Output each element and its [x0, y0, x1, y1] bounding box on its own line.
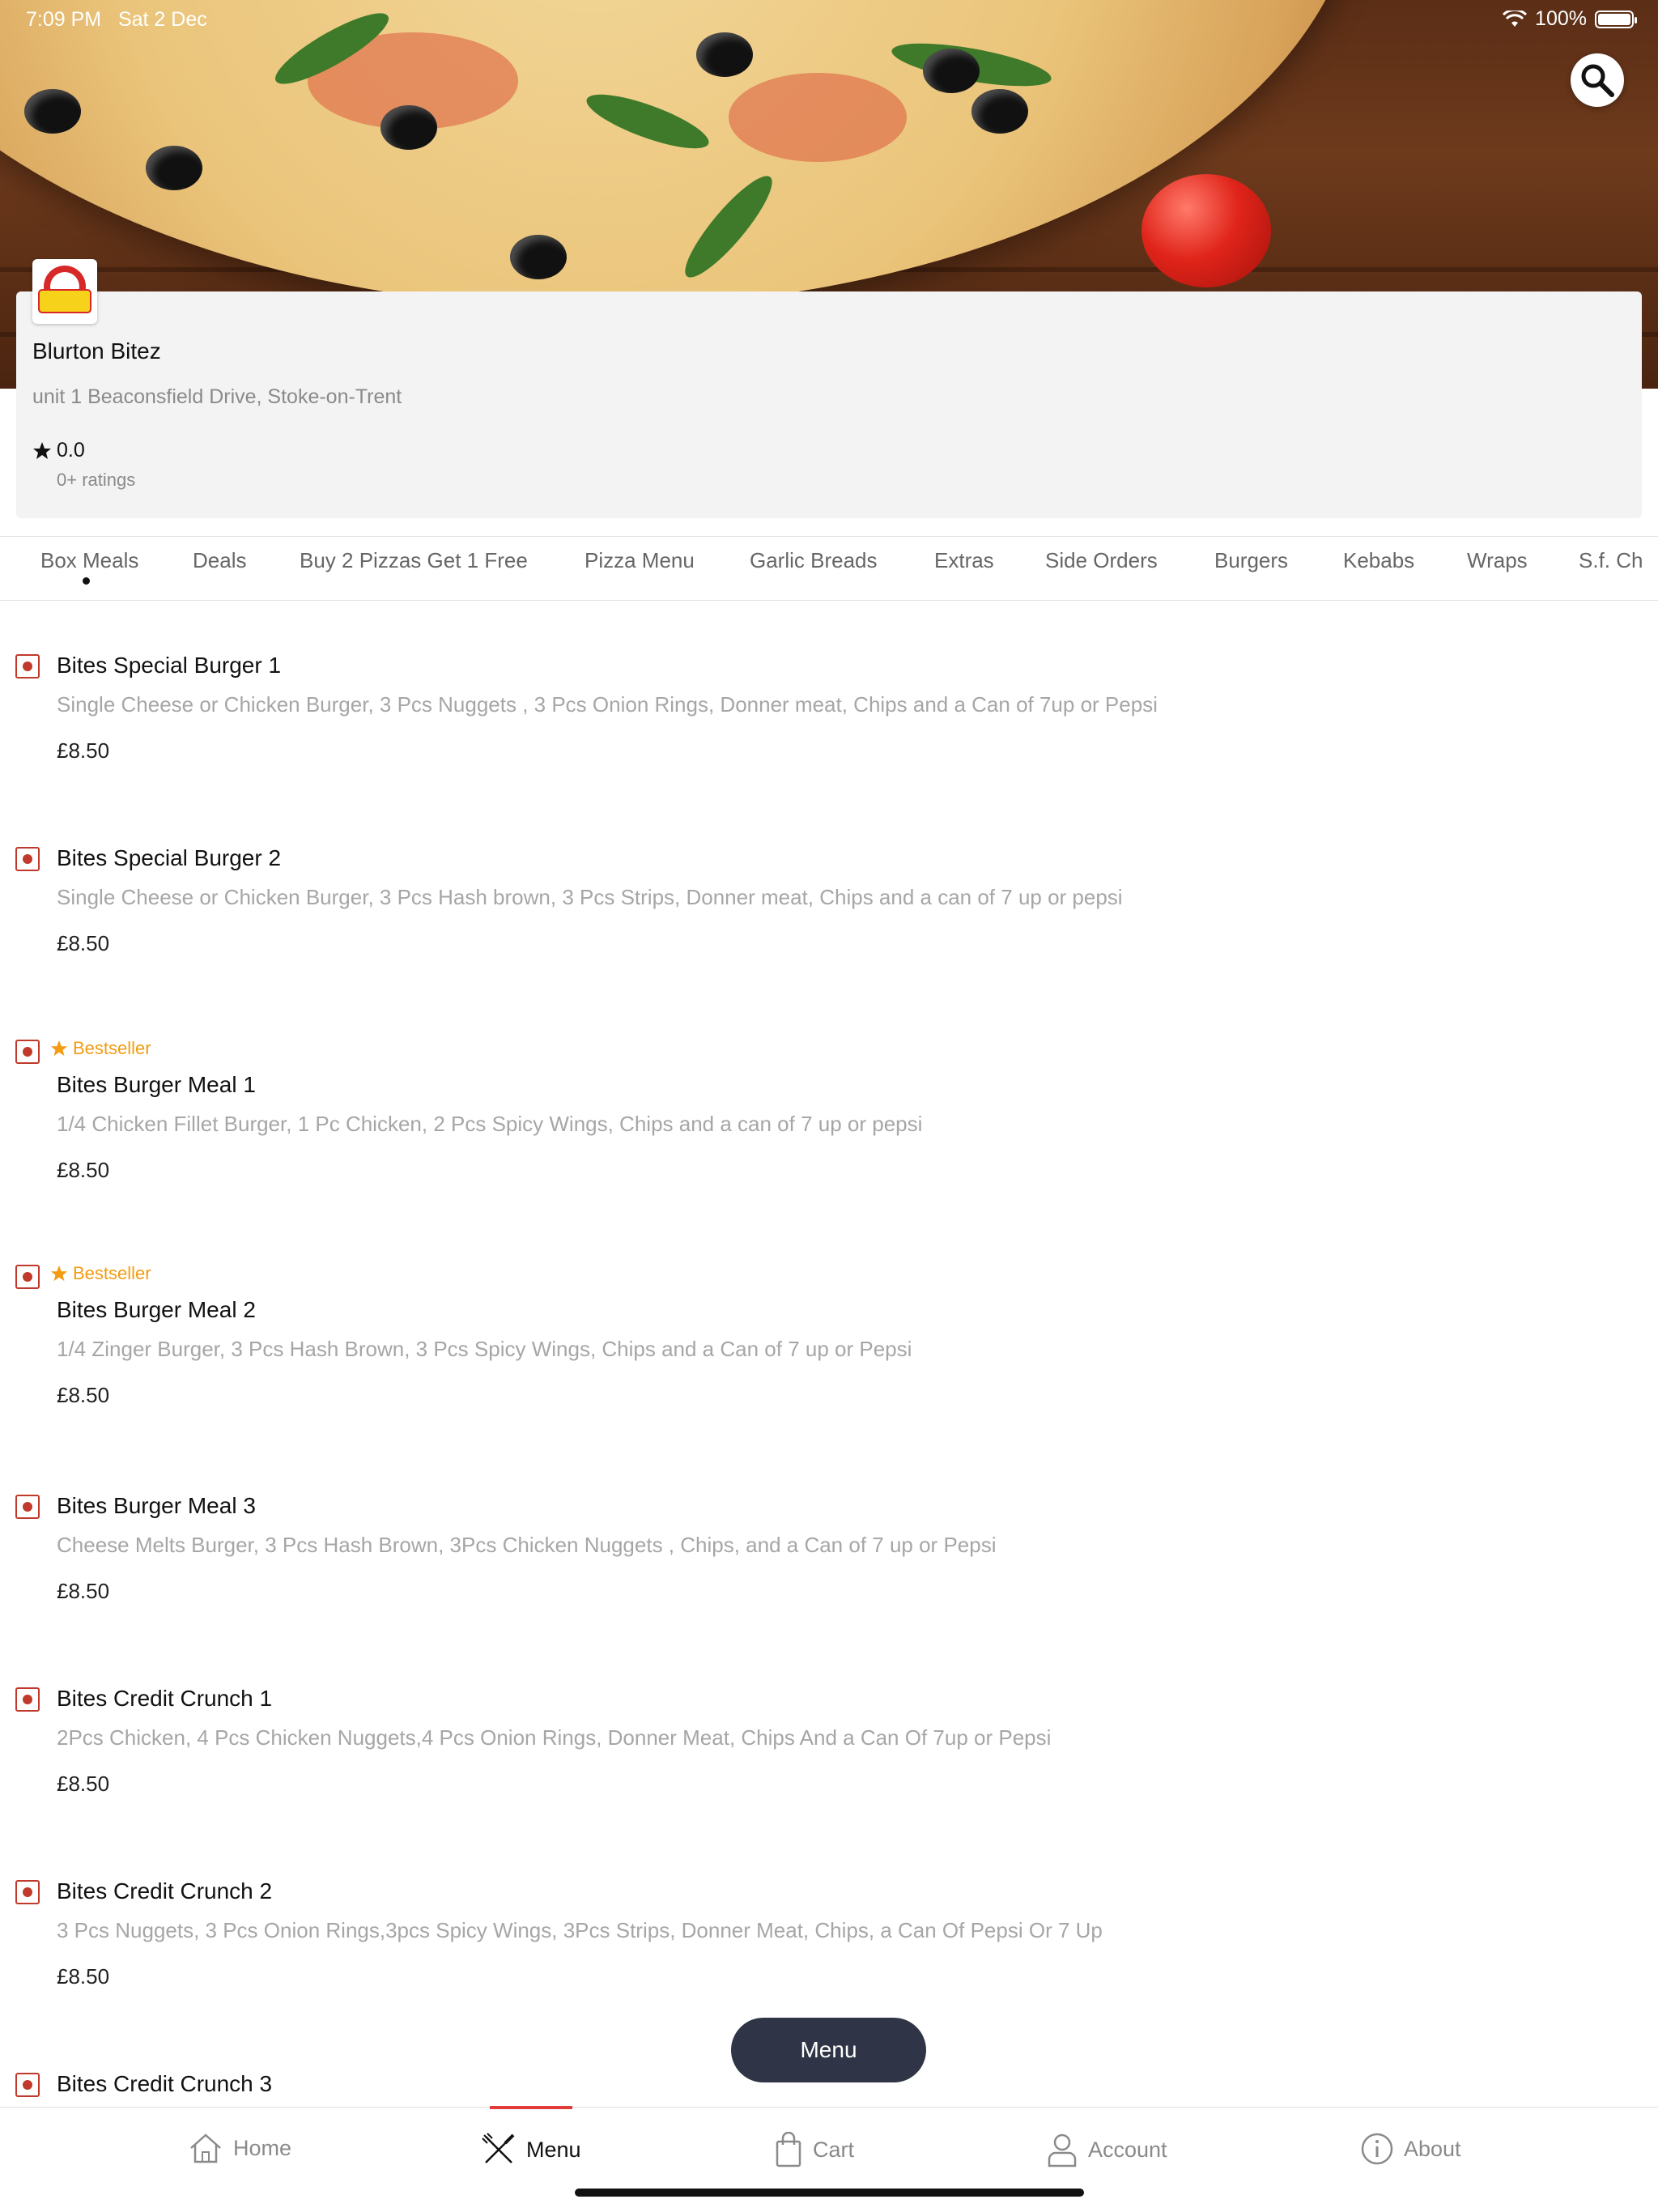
- search-button[interactable]: [1571, 53, 1624, 107]
- bestseller-badge: Bestseller: [50, 1038, 151, 1059]
- food-type-icon: [15, 1040, 40, 1064]
- tab-buy-2-pizzas[interactable]: Buy 2 Pizzas Get 1 Free: [300, 548, 528, 573]
- food-type-icon: [15, 1265, 40, 1289]
- restaurant-logo: [32, 259, 97, 324]
- nav-home[interactable]: Home: [188, 2132, 291, 2164]
- battery-percent: 100%: [1535, 7, 1587, 30]
- tab-pizza-menu[interactable]: Pizza Menu: [585, 548, 695, 573]
- item-name: Bites Special Burger 1: [57, 653, 282, 678]
- item-name: Bites Special Burger 2: [57, 845, 282, 870]
- item-price: £8.50: [57, 1772, 110, 1796]
- menu-icon: [482, 2133, 515, 2163]
- tab-burgers[interactable]: Burgers: [1214, 548, 1288, 573]
- item-name: Bites Burger Meal 3: [57, 1493, 256, 1518]
- cart-icon: [776, 2132, 801, 2167]
- item-description: Single Cheese or Chicken Burger, 3 Pcs N…: [57, 692, 1158, 717]
- status-indicators: 100%: [1503, 7, 1637, 31]
- tab-side-orders[interactable]: Side Orders: [1045, 548, 1158, 573]
- nav-cart[interactable]: Cart: [774, 2132, 854, 2167]
- star-icon: [50, 1265, 68, 1282]
- item-description: Single Cheese or Chicken Burger, 3 Pcs H…: [57, 885, 1123, 909]
- item-description: 1/4 Zinger Burger, 3 Pcs Hash Brown, 3 P…: [57, 1337, 912, 1361]
- item-description: 3 Pcs Nuggets, 3 Pcs Onion Rings,3pcs Sp…: [57, 1918, 1103, 1942]
- wifi-icon: [1503, 10, 1528, 27]
- search-icon: [1581, 64, 1614, 97]
- tomato-image: [1141, 174, 1271, 287]
- item-price: £8.50: [57, 1158, 110, 1182]
- nav-account[interactable]: Account: [1046, 2132, 1167, 2167]
- item-price: £8.50: [57, 1383, 110, 1407]
- info-icon: [1361, 2133, 1393, 2165]
- bestseller-badge: Bestseller: [50, 1263, 151, 1284]
- battery-icon: [1595, 10, 1637, 28]
- nav-menu[interactable]: Menu: [481, 2132, 581, 2167]
- item-description: Cheese Melts Burger, 3 Pcs Hash Brown, 3…: [57, 1533, 997, 1557]
- restaurant-info-card: Blurton Bitez unit 1 Beaconsfield Drive,…: [16, 259, 1642, 518]
- food-type-icon: [15, 847, 40, 871]
- item-price: £8.50: [57, 1964, 110, 1989]
- account-icon: [1048, 2133, 1077, 2167]
- item-name: Bites Burger Meal 1: [57, 1072, 256, 1097]
- restaurant-address: unit 1 Beaconsfield Drive, Stoke-on-Tren…: [32, 385, 402, 408]
- food-type-icon: [15, 654, 40, 678]
- food-type-icon: [15, 2073, 40, 2097]
- tab-extras[interactable]: Extras: [934, 548, 994, 573]
- item-description: 2Pcs Chicken, 4 Pcs Chicken Nuggets,4 Pc…: [57, 1725, 1052, 1750]
- item-price: £8.50: [57, 1579, 110, 1603]
- item-name: Bites Credit Crunch 1: [57, 1686, 273, 1711]
- home-indicator: [575, 2189, 1084, 2197]
- rating-value: 0.0: [57, 439, 85, 462]
- status-time: 7:09 PM Sat 2 Dec: [26, 8, 207, 31]
- tab-garlic-breads[interactable]: Garlic Breads: [750, 548, 878, 573]
- star-icon: [33, 441, 51, 459]
- tab-kebabs[interactable]: Kebabs: [1343, 548, 1414, 573]
- rating: 0.0: [32, 439, 85, 462]
- category-tabs: Box Meals Deals Buy 2 Pizzas Get 1 Free …: [0, 536, 1658, 601]
- tab-wraps[interactable]: Wraps: [1467, 548, 1528, 573]
- item-name: Bites Credit Crunch 2: [57, 1878, 273, 1904]
- tab-box-meals[interactable]: Box Meals: [40, 548, 138, 573]
- nav-about[interactable]: About: [1360, 2132, 1461, 2166]
- tab-deals[interactable]: Deals: [193, 548, 246, 573]
- active-nav-indicator: [490, 2106, 572, 2109]
- tab-sf-chicken[interactable]: S.f. Ch: [1579, 548, 1643, 573]
- item-price: £8.50: [57, 738, 110, 763]
- food-type-icon: [15, 1687, 40, 1712]
- food-type-icon: [15, 1495, 40, 1519]
- item-price: £8.50: [57, 931, 110, 955]
- status-bar: 7:09 PM Sat 2 Dec 100%: [0, 0, 1658, 39]
- ratings-count: 0+ ratings: [57, 470, 136, 490]
- item-description: 1/4 Chicken Fillet Burger, 1 Pc Chicken,…: [57, 1112, 923, 1136]
- food-type-icon: [15, 1880, 40, 1904]
- restaurant-name: Blurton Bitez: [32, 338, 161, 364]
- star-icon: [50, 1040, 68, 1057]
- home-icon: [190, 2133, 221, 2163]
- menu-button[interactable]: Menu: [731, 2018, 926, 2082]
- item-name: Bites Burger Meal 2: [57, 1297, 256, 1322]
- item-name: Bites Credit Crunch 3: [57, 2071, 273, 2096]
- active-tab-indicator: [83, 577, 90, 585]
